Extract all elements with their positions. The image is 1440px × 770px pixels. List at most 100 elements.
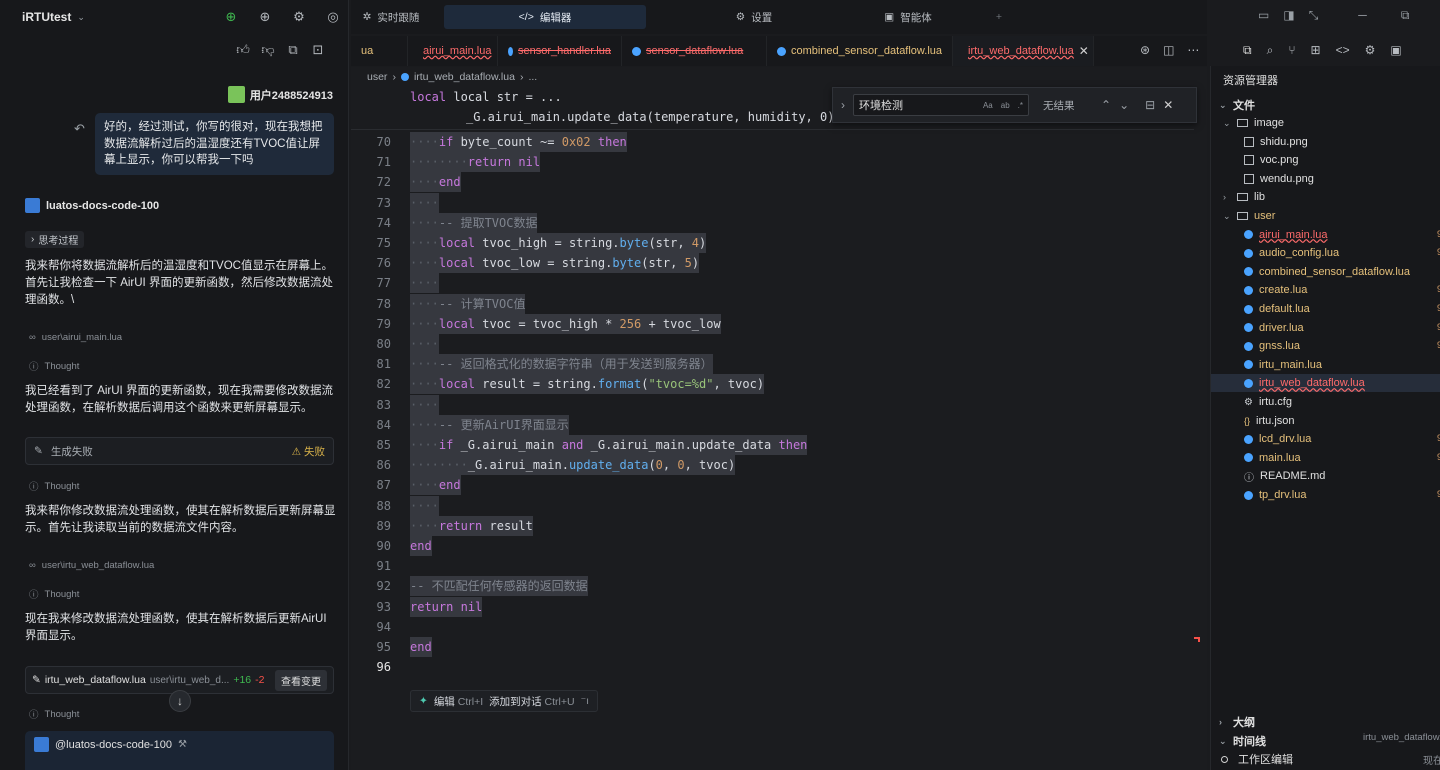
sticky-scroll-line[interactable]: local local str = ... <box>410 90 562 104</box>
thought-item[interactable]: ⓘ Thought <box>29 359 79 374</box>
tree-folder[interactable]: ⌄ image <box>1211 114 1440 132</box>
collapse-icon[interactable]: ⤡ <box>1309 8 1319 23</box>
code-line[interactable]: ····if byte_count ~= 0x02 then <box>410 132 627 152</box>
extensions-icon[interactable]: ⊞ <box>1311 43 1321 57</box>
tree-file[interactable]: wendu.png <box>1211 170 1440 188</box>
code-line[interactable]: ···· <box>410 273 439 294</box>
code-line[interactable]: ···· <box>410 394 439 415</box>
code-line[interactable]: ····local result = string.format("tvoc=%… <box>410 374 765 395</box>
debug-icon[interactable]: ⚙ <box>1365 43 1376 57</box>
chevron-right-icon[interactable]: › <box>841 98 845 112</box>
code-line[interactable]: ····local tvoc_high = string.byte(str, 4… <box>410 233 707 253</box>
tab-agent[interactable]: ▣ 智能体 <box>862 5 954 29</box>
account-icon[interactable]: ◎ <box>325 9 341 25</box>
tree-file[interactable]: ⓘ README.md <box>1211 467 1440 485</box>
code-line[interactable]: ····local tvoc_low = string.byte(str, 5) <box>410 253 700 274</box>
thumbs-down-icon[interactable]: 👎︎ <box>260 42 276 58</box>
code-line[interactable]: return nil <box>410 596 483 617</box>
more-icon[interactable]: ⁻ı <box>581 695 589 707</box>
code-line[interactable]: end <box>410 637 432 657</box>
tree-file[interactable]: gnss.lua <box>1211 337 1440 355</box>
tree-file[interactable]: ⚙ irtu.cfg <box>1211 393 1440 411</box>
find-input[interactable]: 环境检测 Aa ab .* <box>853 94 1029 116</box>
code-line[interactable]: ····if _G.airui_main and _G.airui_main.u… <box>410 435 808 455</box>
tree-file[interactable]: irtu_main.lua <box>1211 356 1440 374</box>
code-line[interactable]: end <box>410 536 432 556</box>
code-icon[interactable]: <> <box>1336 43 1350 57</box>
minimize-icon[interactable]: ─ <box>1358 8 1367 23</box>
tab-editor[interactable]: </> 编辑器 <box>444 5 646 29</box>
arrow-down-icon[interactable]: ⌄ <box>1119 98 1129 112</box>
code-line[interactable]: -- 不匹配任何传感器的返回数据 <box>410 576 588 597</box>
arrow-up-icon[interactable]: ⌃ <box>1101 98 1111 112</box>
add-context-icon[interactable]: ⊕ <box>223 9 239 25</box>
file-tab[interactable]: sensor_handler.lua <box>498 36 622 66</box>
breadcrumb-file[interactable]: irtu_web_dataflow.lua <box>414 71 515 83</box>
code-line[interactable]: ···· <box>410 334 439 354</box>
files-icon[interactable]: ⧉ <box>1243 43 1252 58</box>
panel-right-icon[interactable]: ◨ <box>1283 8 1294 23</box>
split-editor-icon[interactable]: ◫ <box>1163 43 1174 57</box>
timeline-item[interactable]: 工作区编辑 现在 <box>1221 751 1440 767</box>
thumbs-up-icon[interactable]: 👍︎ <box>235 42 251 58</box>
restore-icon[interactable]: ⧉ <box>1401 8 1410 23</box>
undo-icon[interactable]: ↶ <box>74 121 85 137</box>
code-line[interactable]: ···· <box>410 495 439 516</box>
timeline-section[interactable]: ⌄ 时间线 <box>1219 733 1266 749</box>
breadcrumb-symbol[interactable]: ... <box>528 71 537 83</box>
gear-icon[interactable]: ⚙ <box>291 9 307 25</box>
new-chat-icon[interactable]: ⊕ <box>257 9 273 25</box>
inline-edit-button[interactable]: 编辑 Ctrl+I <box>434 694 483 709</box>
tree-file[interactable]: main.lua <box>1211 449 1440 467</box>
tree-file[interactable]: tp_drv.lua <box>1211 486 1440 504</box>
file-tab[interactable]: airui_main.lua <box>408 36 498 66</box>
breadcrumb-folder[interactable]: user <box>367 71 387 83</box>
tree-file[interactable]: lcd_drv.lua <box>1211 430 1440 448</box>
thought-item[interactable]: ⓘ Thought <box>29 707 79 722</box>
file-tab[interactable]: sensor_dataflow.lua <box>622 36 767 66</box>
arrow-down-icon[interactable]: ↓ <box>169 690 191 712</box>
tree-file[interactable]: irtu_web_dataflow.lua <box>1211 374 1440 393</box>
tree-file[interactable]: shidu.png <box>1211 133 1440 151</box>
workspace-name[interactable]: iRTUtest <box>22 10 71 24</box>
tree-file[interactable]: airui_main.lua <box>1211 226 1440 244</box>
code-line[interactable]: ········return nil <box>410 152 541 173</box>
file-tab[interactable]: combined_sensor_dataflow.lua <box>767 36 953 66</box>
more-icon[interactable]: ⋯ <box>1187 43 1199 57</box>
tree-file[interactable]: driver.lua <box>1211 319 1440 337</box>
code-line[interactable]: ····-- 更新AirUI界面显示 <box>410 414 569 435</box>
file-tab[interactable]: irtu_web_dataflow.lua ✕ <box>953 36 1094 66</box>
file-reference[interactable]: ∞ user\irtu_web_dataflow.lua <box>29 560 154 571</box>
tab-live-follow[interactable]: ✲ 实时跟随 <box>351 5 431 29</box>
thought-item[interactable]: ⓘ Thought <box>29 479 79 494</box>
code-line[interactable]: ········_G.airui_main.update_data(0, 0, … <box>410 455 736 476</box>
ai-icon[interactable]: ⊛ <box>1140 43 1150 57</box>
agent-selector[interactable]: @luatos-docs-code-100 ⚒ <box>25 731 334 770</box>
view-changes-button[interactable]: 查看变更 <box>275 669 327 691</box>
copy-icon[interactable]: ⧉ <box>285 42 301 58</box>
tree-file[interactable]: create.lua <box>1211 281 1440 299</box>
tab-settings[interactable]: ⚙ 设置 <box>646 5 862 29</box>
code-editor[interactable]: user › irtu_web_dataflow.lua › ... local… <box>351 67 1207 770</box>
code-line[interactable]: ····return result <box>410 515 533 536</box>
tree-file[interactable]: default.lua <box>1211 300 1440 318</box>
chevron-down-icon[interactable]: ⌄ <box>77 12 85 23</box>
share-icon[interactable]: ⊡ <box>310 42 326 58</box>
thinking-toggle[interactable]: › 思考过程 <box>25 231 85 248</box>
thought-item[interactable]: ⓘ Thought <box>29 587 79 602</box>
tree-file[interactable]: combined_sensor_dataflow.lua <box>1211 263 1440 281</box>
generation-failed-card[interactable]: ✎ 生成失败 ⚠ 失败 <box>25 437 334 465</box>
file-tab[interactable]: ua <box>351 36 408 66</box>
code-line[interactable]: ····-- 提取TVOC数据 <box>410 212 538 233</box>
tree-folder[interactable]: ⌄ user <box>1211 207 1440 225</box>
tree-file[interactable]: {} irtu.json <box>1211 412 1440 430</box>
add-to-chat-button[interactable]: 添加到对话 Ctrl+U <box>489 694 574 709</box>
find-in-selection-icon[interactable]: ⊟ <box>1145 98 1155 112</box>
search-icon[interactable]: ⌕ <box>1267 43 1274 58</box>
code-line[interactable]: ····-- 返回格式化的数据字符串（用于发送到服务器） <box>410 354 713 375</box>
whole-word-icon[interactable]: ab <box>1001 101 1010 110</box>
tree-folder[interactable]: › lib <box>1211 188 1440 206</box>
tree-file[interactable]: audio_config.lua <box>1211 244 1440 262</box>
file-reference[interactable]: ∞ user\airui_main.lua <box>29 332 122 343</box>
code-line[interactable]: ····end <box>410 475 461 496</box>
